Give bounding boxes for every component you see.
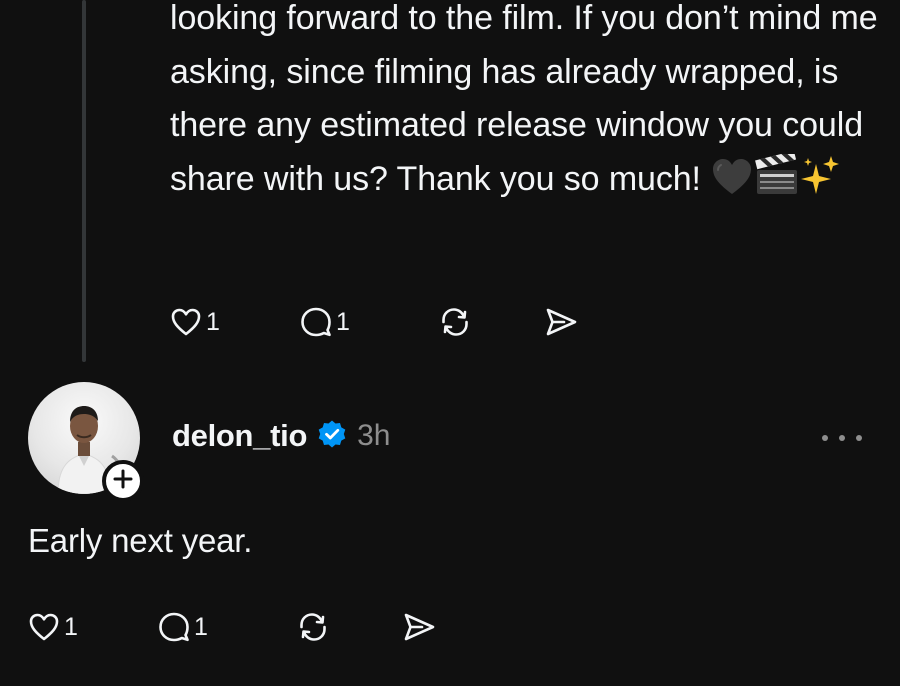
heart-icon <box>170 307 202 337</box>
sparkles-emoji <box>800 154 840 213</box>
username-link[interactable]: delon_tio <box>172 418 307 454</box>
like-button[interactable]: 1 <box>28 612 158 642</box>
like-count: 1 <box>64 612 78 641</box>
comment-icon <box>158 611 190 643</box>
repost-button[interactable] <box>438 306 544 338</box>
reply-count: 1 <box>336 307 350 336</box>
reply-count: 1 <box>194 612 208 641</box>
follow-button[interactable] <box>102 460 144 502</box>
send-icon <box>544 306 578 338</box>
reply-post-text: Early next year. <box>28 522 253 559</box>
previous-post-text: looking forward to the film. If you don’… <box>170 0 880 212</box>
reply-button[interactable]: 1 <box>158 611 296 643</box>
send-icon <box>402 611 436 643</box>
reply-button[interactable]: 1 <box>300 306 438 338</box>
verified-badge-icon <box>317 419 347 454</box>
more-dots-icon <box>839 435 845 441</box>
post-timestamp: 3h <box>357 419 391 452</box>
comment-icon <box>300 306 332 338</box>
like-count: 1 <box>206 307 220 336</box>
plus-icon <box>112 466 134 496</box>
thread-connector-line <box>82 0 86 362</box>
repost-button[interactable] <box>296 611 402 643</box>
share-button[interactable] <box>544 306 578 338</box>
like-button[interactable]: 1 <box>170 307 300 337</box>
reply-post-actions: 1 1 <box>28 607 436 647</box>
threads-conversation: looking forward to the film. If you don’… <box>0 0 900 686</box>
reply-post-header: delon_tio 3h <box>172 418 390 454</box>
more-options-button[interactable] <box>822 426 862 450</box>
more-dots-icon <box>856 435 862 441</box>
share-button[interactable] <box>402 611 436 643</box>
clapper-board-emoji <box>754 150 800 213</box>
black-heart-emoji <box>710 156 754 213</box>
more-dots-icon <box>822 435 828 441</box>
heart-icon <box>28 612 60 642</box>
avatar-container[interactable] <box>28 382 144 502</box>
repost-icon <box>438 306 472 338</box>
previous-post-actions: 1 1 <box>170 302 578 342</box>
repost-icon <box>296 611 330 643</box>
